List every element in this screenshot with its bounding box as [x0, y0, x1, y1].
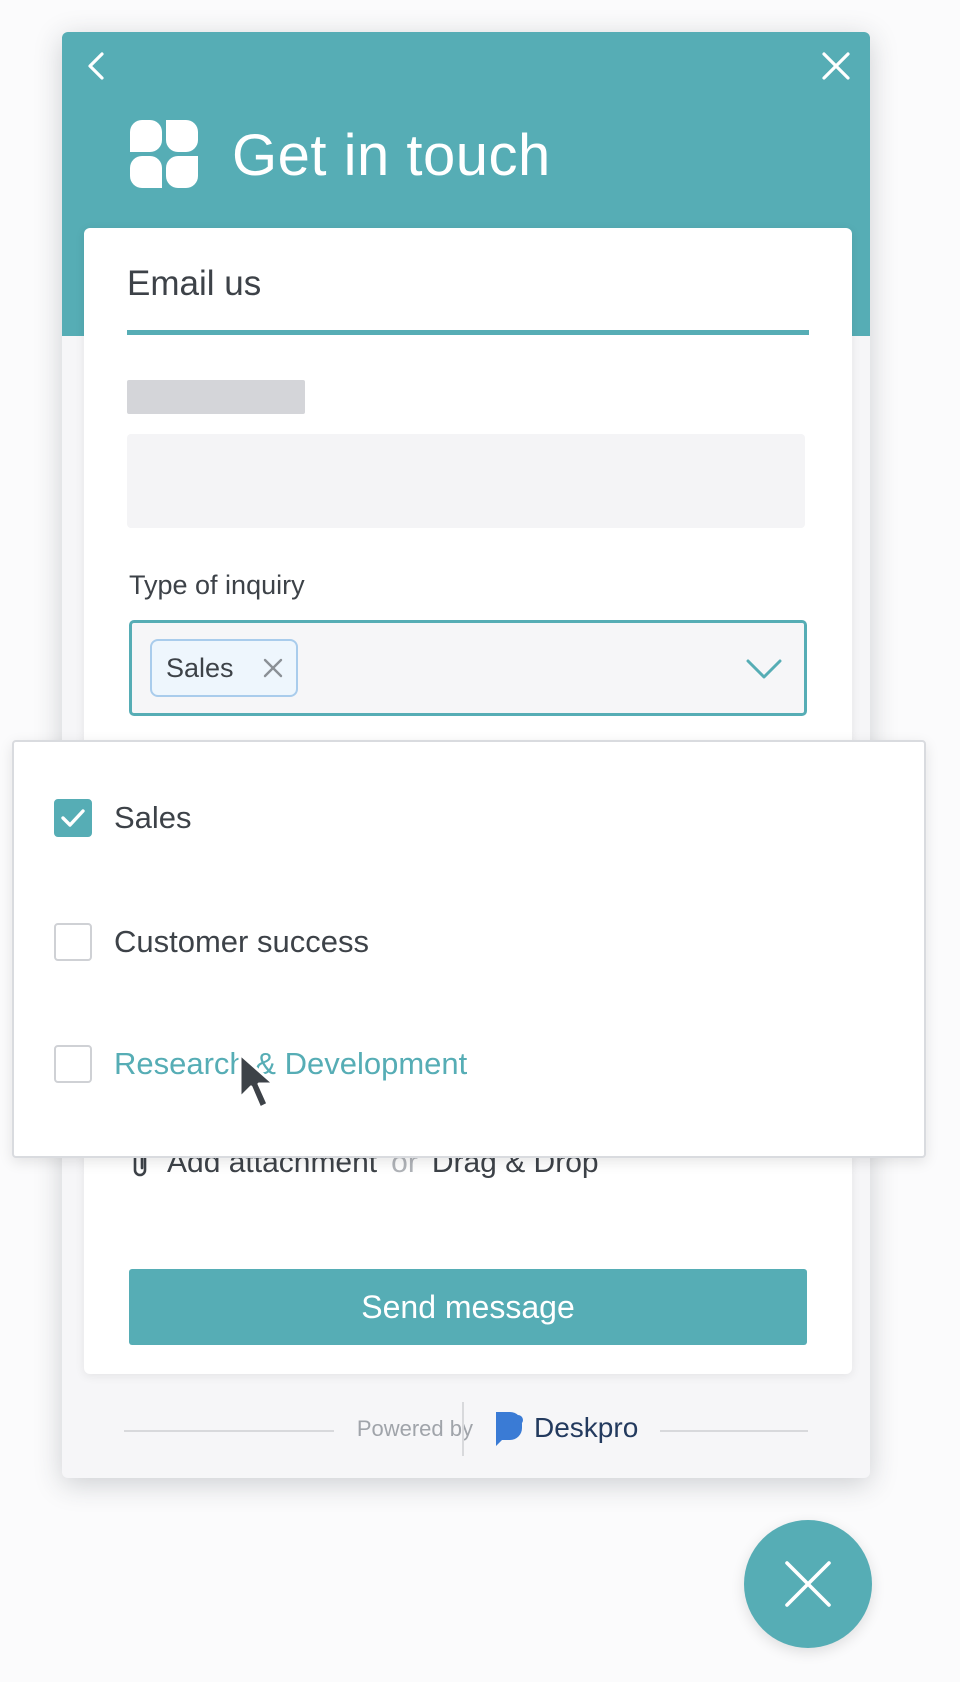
deskpro-brand-label: Deskpro — [534, 1412, 639, 1443]
chip-label: Sales — [166, 652, 234, 683]
footer-divider — [462, 1402, 464, 1456]
inquiry-type-select[interactable]: Sales — [129, 620, 807, 716]
tab-underline — [127, 330, 809, 335]
clover-logo-icon — [130, 120, 198, 188]
option-sales[interactable]: Sales — [54, 790, 814, 846]
checkbox-sales[interactable] — [54, 799, 92, 837]
chevron-left-icon — [88, 52, 104, 80]
send-message-button[interactable]: Send message — [129, 1269, 807, 1345]
mouse-cursor-icon — [238, 1052, 276, 1110]
skeleton-label — [127, 380, 305, 414]
chip-remove-icon[interactable] — [262, 657, 284, 679]
inquiry-dropdown: Sales Customer success Research & Develo… — [12, 740, 926, 1158]
footer-divider-right — [660, 1430, 808, 1432]
close-button[interactable] — [816, 46, 856, 86]
selected-chip: Sales — [150, 639, 298, 697]
chevron-down-icon — [746, 659, 782, 679]
deskpro-logo-icon — [496, 1412, 523, 1446]
deskpro-brand-link[interactable]: Deskpro — [490, 1406, 638, 1450]
close-icon — [822, 52, 850, 80]
checkbox-research-development[interactable] — [54, 1045, 92, 1083]
close-widget-fab[interactable] — [744, 1520, 872, 1648]
close-icon — [785, 1561, 831, 1607]
option-research-development[interactable]: Research & Development — [54, 1036, 814, 1092]
option-customer-success[interactable]: Customer success — [54, 914, 814, 970]
tab-email-us[interactable]: Email us — [127, 264, 261, 304]
option-label: Customer success — [114, 924, 369, 959]
footer: Powered by Deskpro — [62, 1402, 870, 1462]
powered-by-label: Powered by — [356, 1416, 473, 1441]
check-icon — [61, 809, 85, 827]
option-label: Sales — [114, 800, 192, 835]
skeleton-input — [127, 434, 805, 528]
option-label: Research & Development — [114, 1046, 468, 1081]
inquiry-type-label: Type of inquiry — [129, 570, 305, 600]
back-button[interactable] — [78, 48, 114, 84]
widget-title: Get in touch — [232, 123, 551, 188]
checkbox-customer-success[interactable] — [54, 923, 92, 961]
